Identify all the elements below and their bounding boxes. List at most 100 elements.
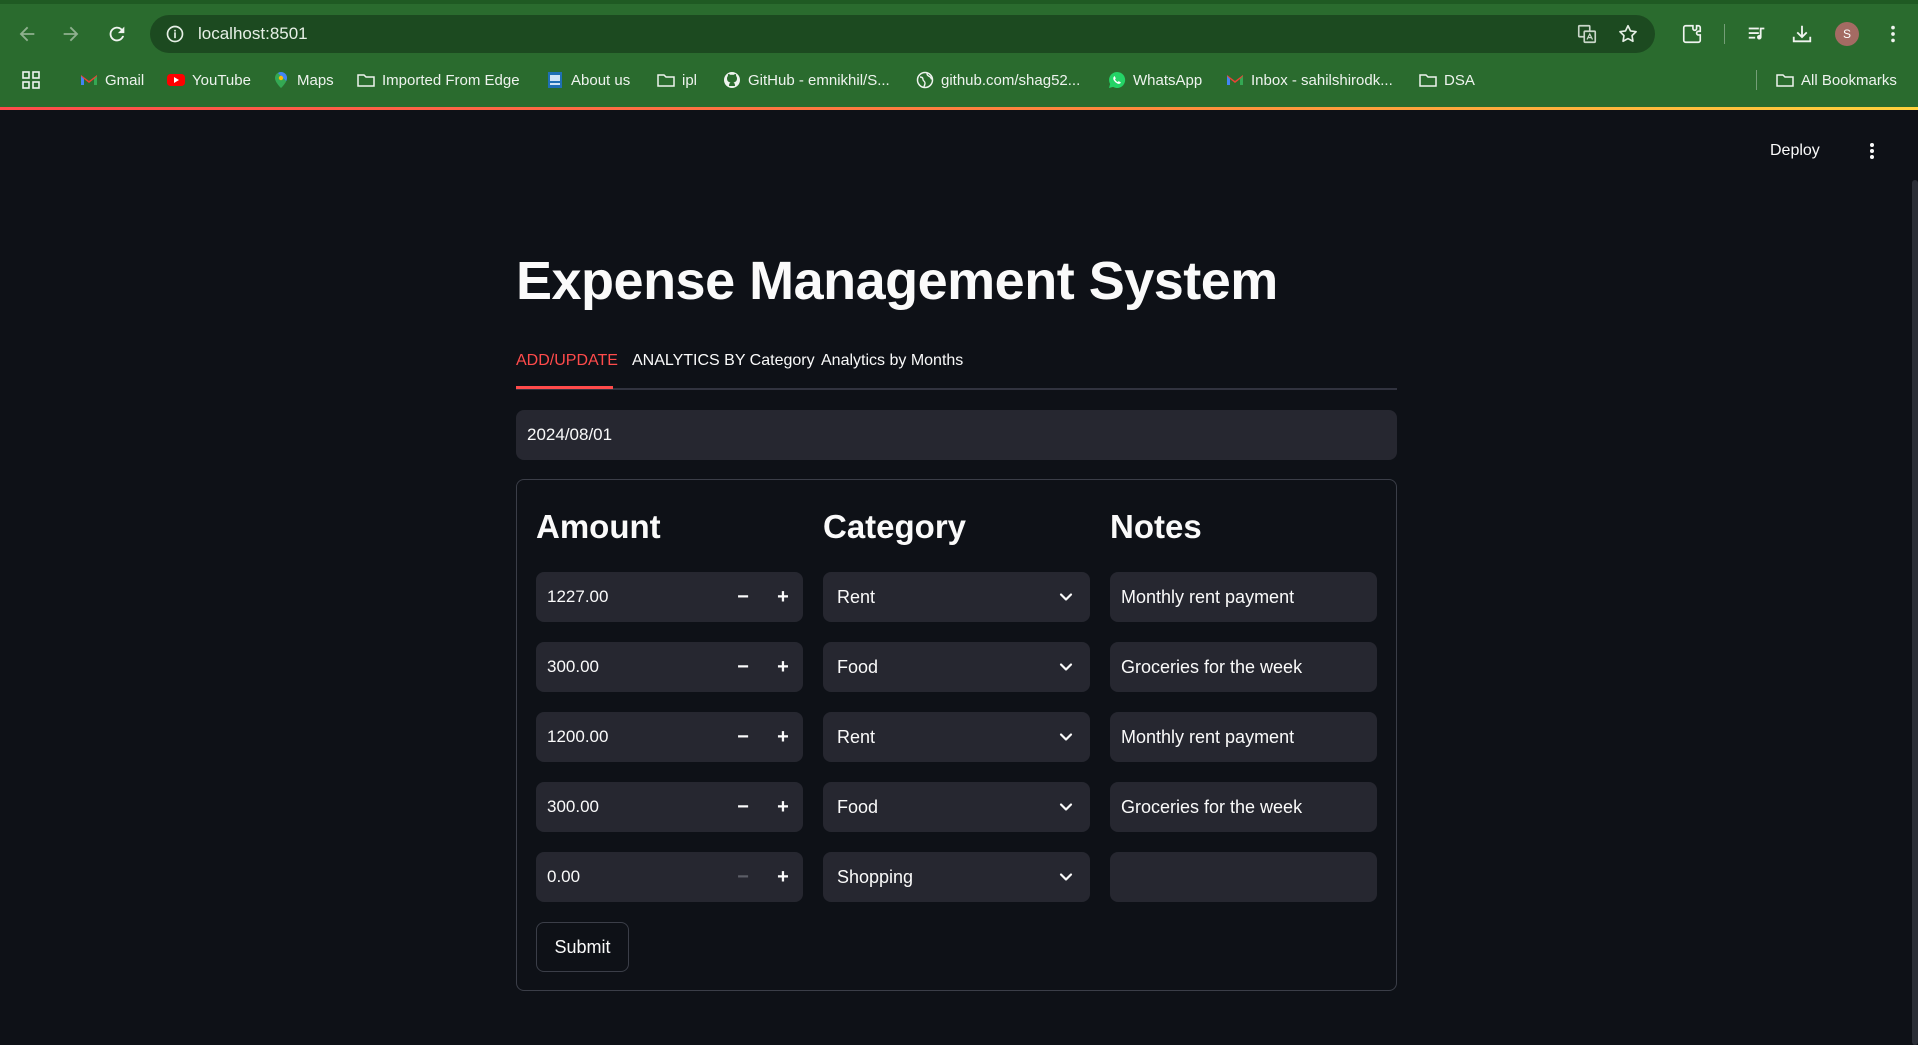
- reload-button[interactable]: [102, 19, 132, 49]
- decrement-button[interactable]: −: [723, 782, 763, 832]
- chevron-down-icon: [1059, 733, 1073, 741]
- address-bar[interactable]: localhost:8501: [150, 15, 1655, 53]
- folder-icon: [1419, 71, 1437, 89]
- media-control-icon[interactable]: [1742, 19, 1772, 49]
- tab-bar: ADD/UPDATE ANALYTICS BY Category Analyti…: [516, 348, 1397, 390]
- category-select[interactable]: Rent: [823, 712, 1090, 762]
- amount-input[interactable]: 0.00 − +: [536, 852, 803, 902]
- bookmark-github-emnikhil[interactable]: GitHub - emnikhil/S...: [723, 66, 890, 94]
- tab-analytics-by-months[interactable]: Analytics by Months: [821, 352, 963, 370]
- notes-input[interactable]: Monthly rent payment: [1110, 572, 1377, 622]
- browser-chrome: localhost:8501 S Gmail YouTube Maps Impo…: [0, 0, 1918, 110]
- chevron-down-icon: [1059, 873, 1073, 881]
- deploy-button[interactable]: Deploy: [1770, 138, 1820, 164]
- notes-input[interactable]: [1110, 852, 1377, 902]
- bookmark-gmail[interactable]: Gmail: [80, 66, 144, 94]
- amount-input[interactable]: 300.00 − +: [536, 642, 803, 692]
- bookmarks-bar: Gmail YouTube Maps Imported From Edge Ab…: [0, 66, 1918, 94]
- bookmark-maps[interactable]: Maps: [272, 66, 334, 94]
- chevron-down-icon: [1059, 663, 1073, 671]
- category-value: Rent: [837, 586, 876, 607]
- bookmark-github-shag52[interactable]: github.com/shag52...: [916, 66, 1080, 94]
- bookmark-imported-from-edge[interactable]: Imported From Edge: [357, 66, 520, 94]
- toolbar-separator: [1724, 24, 1725, 44]
- category-header: Category: [823, 508, 967, 545]
- amount-value: 300.00: [547, 797, 599, 816]
- category-select[interactable]: Food: [823, 782, 1090, 832]
- date-input[interactable]: 2024/08/01: [516, 410, 1397, 460]
- gmail-icon: [1226, 71, 1244, 89]
- page-scrollbar[interactable]: [1912, 180, 1918, 1045]
- decrement-button[interactable]: −: [723, 642, 763, 692]
- amount-value: 1200.00: [547, 727, 609, 746]
- increment-button[interactable]: +: [763, 712, 803, 762]
- bookmark-ipl[interactable]: ipl: [657, 66, 697, 94]
- increment-button[interactable]: +: [763, 572, 803, 622]
- decrement-button[interactable]: −: [723, 572, 763, 622]
- folder-icon: [657, 71, 675, 89]
- github-icon: [723, 71, 741, 89]
- bookmarks-separator: [1756, 70, 1757, 90]
- site-info-icon[interactable]: [162, 21, 188, 47]
- forward-button[interactable]: [56, 19, 86, 49]
- increment-button[interactable]: +: [763, 642, 803, 692]
- amount-value: 1227.00: [547, 587, 609, 606]
- amount-value: 300.00: [547, 657, 599, 676]
- increment-button[interactable]: +: [763, 852, 803, 902]
- maps-icon: [272, 71, 290, 89]
- category-value: Rent: [837, 726, 876, 747]
- notes-value: Groceries for the week: [1121, 656, 1303, 677]
- download-icon[interactable]: [1787, 19, 1817, 49]
- category-select[interactable]: Rent: [823, 572, 1090, 622]
- notes-value: Groceries for the week: [1121, 796, 1303, 817]
- globe-icon: [916, 71, 934, 89]
- all-bookmarks[interactable]: All Bookmarks: [1776, 66, 1897, 94]
- whatsapp-icon: [1108, 71, 1126, 89]
- back-button[interactable]: [12, 19, 42, 49]
- active-tab-indicator: [516, 386, 613, 389]
- tab-strip-edge: [0, 0, 1918, 4]
- date-value: 2024/08/01: [527, 425, 613, 444]
- extensions-icon[interactable]: [1677, 19, 1707, 49]
- bookmark-about-us[interactable]: About us: [546, 66, 630, 94]
- main-menu-icon[interactable]: [1860, 139, 1884, 163]
- decrement-button[interactable]: −: [723, 852, 763, 902]
- folder-icon: [357, 71, 375, 89]
- amount-input[interactable]: 1227.00 − +: [536, 572, 803, 622]
- notes-header: Notes: [1110, 508, 1202, 545]
- amount-input[interactable]: 300.00 − +: [536, 782, 803, 832]
- amount-input[interactable]: 1200.00 − +: [536, 712, 803, 762]
- notes-input[interactable]: Groceries for the week: [1110, 642, 1377, 692]
- folder-icon: [1776, 71, 1794, 89]
- notes-input[interactable]: Monthly rent payment: [1110, 712, 1377, 762]
- gmail-icon: [80, 71, 98, 89]
- profile-avatar[interactable]: S: [1835, 22, 1859, 46]
- bookmark-inbox[interactable]: Inbox - sahilshirodk...: [1226, 66, 1393, 94]
- chevron-down-icon: [1059, 593, 1073, 601]
- tab-add-update[interactable]: ADD/UPDATE: [516, 352, 618, 370]
- amount-header: Amount: [536, 508, 661, 545]
- notes-value: Monthly rent payment: [1121, 726, 1295, 747]
- page-title: Expense Management System: [516, 251, 1278, 311]
- bookmark-dsa[interactable]: DSA: [1419, 66, 1475, 94]
- bookmark-youtube[interactable]: YouTube: [167, 66, 251, 94]
- bookmark-star-icon[interactable]: [1613, 19, 1643, 49]
- decrement-button[interactable]: −: [723, 712, 763, 762]
- category-select[interactable]: Food: [823, 642, 1090, 692]
- expense-form: Amount Category Notes 1227.00 − + Rent M…: [516, 479, 1397, 991]
- category-select[interactable]: Shopping: [823, 852, 1090, 902]
- translate-icon[interactable]: [1572, 19, 1602, 49]
- notes-value: Monthly rent payment: [1121, 586, 1295, 607]
- increment-button[interactable]: +: [763, 782, 803, 832]
- browser-menu-icon[interactable]: [1878, 19, 1908, 49]
- forward-arrow-icon: [63, 26, 79, 42]
- apps-icon[interactable]: [22, 66, 47, 94]
- submit-button[interactable]: Submit: [536, 922, 629, 972]
- back-arrow-icon: [19, 26, 35, 42]
- reload-icon: [109, 26, 125, 42]
- notes-input[interactable]: Groceries for the week: [1110, 782, 1377, 832]
- url-text: localhost:8501: [198, 24, 308, 43]
- tab-analytics-by-category[interactable]: ANALYTICS BY Category: [632, 352, 815, 370]
- chevron-down-icon: [1059, 803, 1073, 811]
- bookmark-whatsapp[interactable]: WhatsApp: [1108, 66, 1202, 94]
